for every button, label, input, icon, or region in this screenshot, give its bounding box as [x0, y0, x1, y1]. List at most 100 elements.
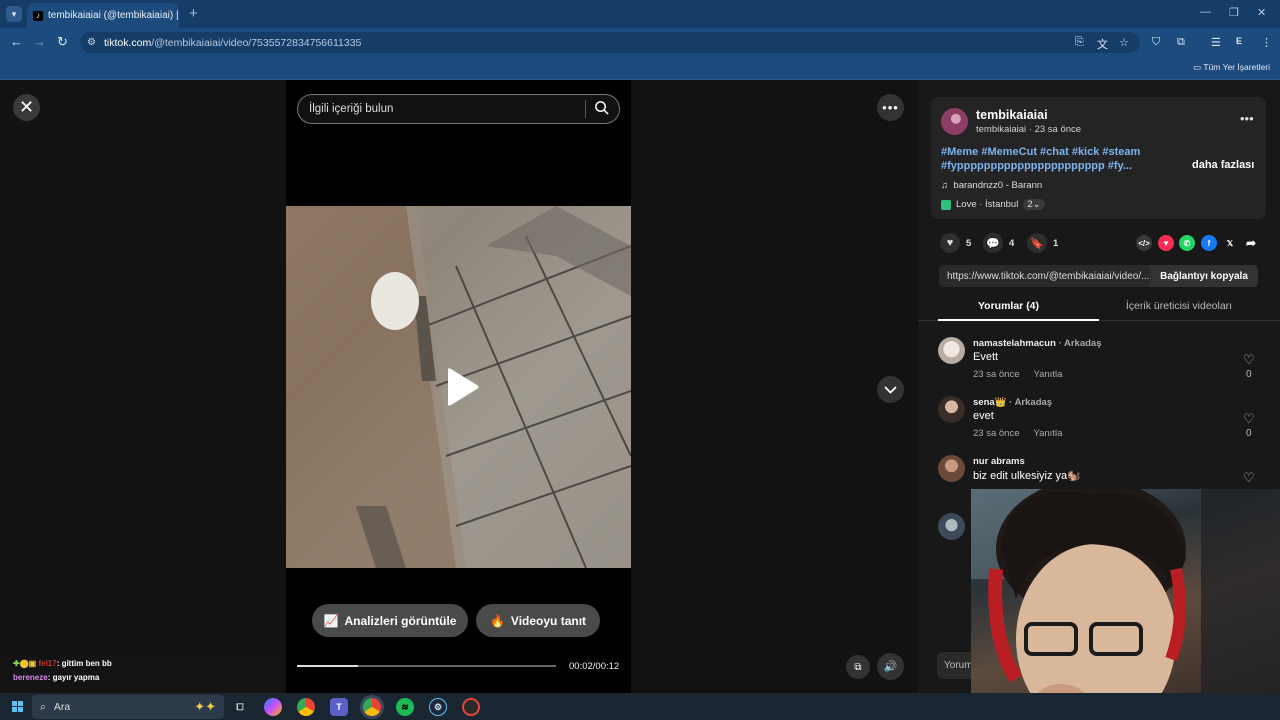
chat-user: fel17 [38, 659, 57, 668]
obs-icon[interactable] [462, 698, 480, 716]
pip-icon[interactable]: ⧉ [846, 655, 870, 679]
copy-link-button[interactable]: Bağlantıyı kopyala [1150, 265, 1258, 287]
shield-extension-icon[interactable]: ⛉ [1152, 36, 1160, 49]
minimize-icon[interactable]: — [1200, 6, 1211, 18]
comment-author-name[interactable]: sena👑 [973, 397, 1006, 408]
heart-icon[interactable]: ♥ [940, 233, 960, 253]
location[interactable]: Love · İstanbul 2⌄ [941, 199, 1045, 210]
whatsapp-icon[interactable]: ✆ [1179, 235, 1195, 251]
menu-icon[interactable]: ⋮ [1261, 36, 1272, 49]
chrome-active-icon[interactable] [363, 698, 381, 716]
comment-time: 23 sa önce [973, 369, 1020, 380]
location-count[interactable]: 2⌄ [1023, 199, 1045, 210]
volume-icon[interactable]: 🔊 [877, 653, 904, 680]
more-options-icon[interactable]: ••• [877, 94, 904, 121]
post-more-icon[interactable]: ••• [1240, 111, 1254, 126]
extensions-icon[interactable]: ⧉ [1177, 36, 1185, 49]
window-close-icon[interactable]: ✕ [1257, 6, 1266, 19]
embed-icon[interactable]: </> [1136, 235, 1152, 251]
promote-button[interactable]: 🔥 Videoyu tanıt [476, 604, 600, 637]
browser-tab[interactable]: ♪ tembikaiaiai (@tembikaiaiai) | T ✕ [27, 3, 179, 28]
all-bookmarks[interactable]: ▭ Tüm Yer İşaretleri [1193, 62, 1270, 73]
webcam-image [971, 489, 1280, 720]
music-track[interactable]: ♫ barandnzz0 - Barann [941, 180, 1042, 191]
translate-icon[interactable]: 文 [1097, 36, 1108, 52]
media-control-icon[interactable]: ☰ [1211, 36, 1221, 49]
taskbar-search[interactable]: ⌕ Ara ✦✦ [32, 695, 224, 719]
author-name[interactable]: tembikaiaiai [976, 108, 1048, 122]
comment-like-icon[interactable]: ♡ [1243, 470, 1255, 486]
chat-text: : gayır yapma [47, 673, 100, 682]
stream-chat: ✚⬤▣ fel17: gittim ben bb bereneze: gayır… [0, 655, 286, 693]
flame-icon: 🔥 [489, 613, 505, 628]
search-icon[interactable] [594, 100, 609, 115]
forward-icon[interactable]: → [33, 34, 46, 49]
close-video-icon[interactable]: ✕ [13, 94, 40, 121]
reply-link[interactable]: Yanıtla [1033, 369, 1062, 380]
comment-author[interactable]: nur abrams [973, 456, 1025, 467]
windows-start-icon[interactable] [12, 701, 23, 712]
play-icon[interactable] [444, 367, 480, 407]
comment-icon[interactable]: 💬 [983, 233, 1003, 253]
x-icon[interactable]: 𝕏 [1222, 235, 1238, 251]
comment-stat[interactable]: 💬 4 [983, 233, 1014, 253]
comment-author[interactable]: namastelahmacun · Arkadaş [973, 338, 1102, 349]
hashtags-line[interactable]: #fypppppppppppppppppppppp #fy... [941, 159, 1176, 173]
chart-icon: 📈 [323, 613, 339, 628]
next-video-icon[interactable] [877, 376, 904, 403]
author-avatar[interactable] [941, 108, 968, 135]
bookmark-star-icon[interactable]: ☆ [1119, 36, 1129, 49]
new-tab-icon[interactable]: + [189, 5, 198, 22]
show-more-link[interactable]: daha fazlası [1192, 159, 1254, 171]
analytics-button[interactable]: 📈 Analizleri görüntüle [312, 604, 468, 637]
avatar[interactable] [938, 396, 965, 423]
progress-fill [297, 665, 358, 667]
avatar[interactable] [938, 455, 965, 482]
spotify-icon[interactable]: ≋ [396, 698, 414, 716]
comment-text: Evett [973, 351, 999, 363]
task-view-icon[interactable]: ⧠ [231, 698, 249, 716]
restore-icon[interactable]: ❐ [1229, 6, 1239, 19]
teams-icon[interactable]: T [330, 698, 348, 716]
reply-link[interactable]: Yanıtla [1033, 428, 1062, 439]
comment-author-name[interactable]: nur abrams [973, 456, 1025, 467]
site-info-icon[interactable]: ⚙ [87, 37, 96, 48]
bookmark-icon[interactable]: 🔖 [1027, 233, 1047, 253]
hashtags[interactable]: #Meme #MemeCut #chat #kick #steam #fyppp… [941, 145, 1176, 173]
like-stat[interactable]: ♥ 5 [940, 233, 971, 253]
copilot-icon[interactable] [264, 698, 282, 716]
profile-icon[interactable]: E [1236, 36, 1242, 46]
tab-search-icon[interactable]: ▾ [6, 6, 22, 22]
tab-comments[interactable]: Yorumlar (4) [918, 300, 1099, 312]
avatar[interactable] [938, 513, 965, 540]
sparkle-icon: ✦✦ [194, 699, 216, 714]
steam-icon[interactable]: ⚙ [429, 698, 447, 716]
comment-like-icon[interactable]: ♡ [1243, 411, 1255, 427]
related-search-input[interactable]: İlgili içeriği bulun [297, 94, 620, 124]
search-icon: ⌕ [40, 700, 46, 713]
comment-author[interactable]: sena👑 · Arkadaş [973, 397, 1052, 408]
music-note-icon: ♫ [941, 180, 949, 191]
hashtags-line[interactable]: #Meme #MemeCut #chat #kick #steam [941, 145, 1176, 159]
friend-tag: · Arkadaş [1055, 338, 1102, 349]
url-field[interactable]: tiktok.com/@tembikaiaiai/video/753557283… [80, 32, 1140, 53]
all-bookmarks-label: Tüm Yer İşaretleri [1203, 62, 1270, 72]
back-icon[interactable]: ← [10, 34, 23, 49]
chat-line: ✚⬤▣ fel17: gittim ben bb [13, 659, 112, 668]
reload-icon[interactable]: ↻ [57, 34, 68, 50]
install-app-icon[interactable]: ⎘ [1075, 36, 1084, 49]
tab-creator-videos[interactable]: İçerik üreticisi videoları [1099, 300, 1259, 312]
chat-line: bereneze: gayır yapma [13, 671, 286, 685]
avatar[interactable] [938, 337, 965, 364]
repost-icon[interactable]: ▼ [1158, 235, 1174, 251]
share-link[interactable]: https://www.tiktok.com/@tembikaiaiai/vid… [939, 271, 1150, 282]
comment-author-name[interactable]: namastelahmacun [973, 338, 1056, 349]
save-stat[interactable]: 🔖 1 [1027, 233, 1058, 253]
active-tab-indicator [938, 319, 1099, 321]
comment-text: biz edit ulkesiyiz ya🐿️ [973, 470, 1081, 482]
chrome-icon[interactable] [297, 698, 315, 716]
facebook-icon[interactable]: f [1201, 235, 1217, 251]
share-icon[interactable]: ➦ [1243, 235, 1259, 251]
taskbar-search-label: Ara [53, 701, 71, 713]
comment-like-icon[interactable]: ♡ [1243, 352, 1255, 368]
